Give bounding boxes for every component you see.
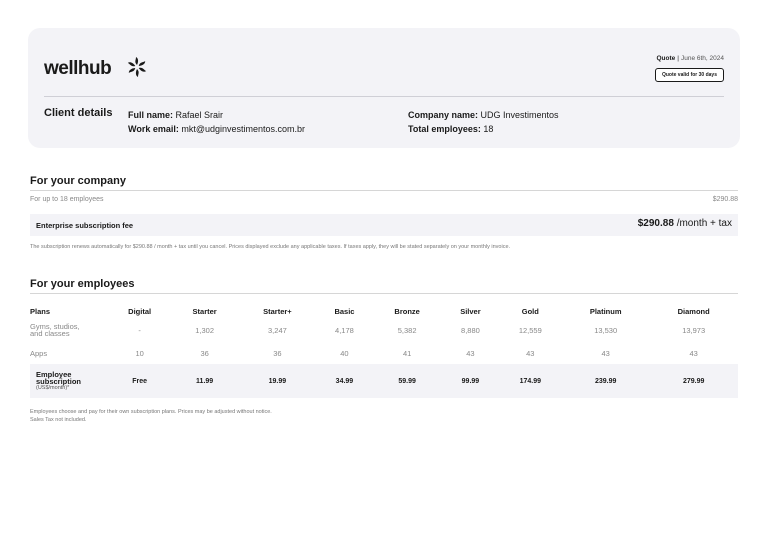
full-name-value: Rafael Srair	[175, 110, 224, 120]
work-email-row: Work email: mkt@udginvestimentos.com.br	[128, 122, 305, 136]
apps-basic: 40	[340, 348, 349, 358]
total-employees-value: 18	[483, 124, 494, 134]
full-name-label: Full name:	[128, 110, 174, 120]
full-name-row: Full name: Rafael Srair	[128, 108, 305, 122]
plan-header-silver: Silver	[460, 306, 481, 316]
subscription-label-unit: (US$/month)*	[36, 384, 70, 391]
plan-header-platinum: Platinum	[589, 306, 622, 316]
employees-count-price: $290.88	[712, 196, 738, 203]
employees-section-divider	[30, 293, 738, 294]
employees-pricing-note: Employees choose and pay for their own s…	[30, 408, 272, 424]
plans-header-label: Plans	[30, 306, 51, 316]
apps-silver: 43	[466, 348, 475, 358]
plan-header-starter-plus: Starter+	[263, 306, 292, 316]
gyms-row-label: Gyms, studios, and classes	[30, 318, 108, 342]
subscription-silver: 99.99	[442, 364, 499, 398]
gyms-starter: 1,302	[195, 325, 215, 335]
company-section-divider	[30, 190, 738, 191]
subscription-diamond: 279.99	[649, 364, 738, 398]
fee-suffix: /month + tax	[676, 218, 732, 229]
gyms-silver: 8,880	[461, 325, 480, 335]
subscription-row: Employee subscription (US$/month)* Free 11…	[30, 364, 738, 398]
apps-platinum: 43	[601, 348, 610, 358]
client-details-title: Client details	[44, 107, 113, 119]
client-company-block: Company name: UDG Investimentos Total em…	[408, 108, 559, 136]
subscription-starter: 11.99	[171, 364, 238, 398]
apps-bronze: 41	[402, 348, 412, 358]
quote-date-line: Quote | June 6th, 2024	[657, 55, 725, 62]
gyms-basic: 4,178	[335, 325, 354, 335]
gyms-platinum: 13,530	[594, 325, 618, 335]
plan-header-digital: Digital	[128, 306, 152, 316]
subscription-starter-plus: 19.99	[238, 364, 317, 398]
apps-row-label: Apps	[30, 348, 48, 358]
gyms-label-line-2: and classes	[30, 329, 70, 338]
company-name-row: Company name: UDG Investimentos	[408, 108, 559, 122]
total-employees-row: Total employees: 18	[408, 122, 559, 136]
work-email-label: Work email:	[128, 124, 179, 134]
subscription-renewal-note: The subscription renews automatically fo…	[30, 244, 511, 250]
plan-header-basic: Basic	[334, 306, 355, 316]
total-employees-label: Total employees:	[408, 124, 481, 134]
plans-header-row: Plans Digital Starter Starter+ Basic Bro…	[30, 304, 738, 318]
employees-count-row: For up to 18 employees $290.88	[30, 196, 738, 203]
quote-separator: |	[677, 55, 679, 62]
plan-header-gold: Gold	[521, 306, 539, 316]
subscription-digital: Free	[108, 364, 172, 398]
apps-gold: 43	[526, 348, 535, 358]
plan-header-diamond: Diamond	[677, 306, 710, 316]
header-divider	[44, 96, 724, 97]
employees-note-line-2: Sales Tax not included.	[30, 417, 87, 423]
fee-amount: $290.88	[637, 218, 674, 229]
company-name-value: UDG Investimentos	[480, 110, 559, 120]
apps-digital: 10	[135, 348, 144, 358]
quote-date: June 6th, 2024	[680, 55, 724, 62]
for-your-employees-title: For your employees	[30, 278, 135, 290]
subscription-gold: 174.99	[498, 364, 562, 398]
apps-diamond: 43	[689, 348, 698, 358]
quote-label: Quote	[656, 55, 676, 62]
enterprise-fee-row: Enterprise subscription fee $290.88 /mon…	[30, 214, 738, 236]
enterprise-fee-price: $290.88 /month + tax	[638, 218, 732, 229]
quote-header-card: wellhub Quote | June 6th, 2024 Quote valid…	[28, 28, 740, 148]
wellhub-logo: wellhub	[44, 58, 112, 79]
work-email-value: mkt@udginvestimentos.com.br	[181, 124, 306, 134]
gyms-starter-plus: 3,247	[268, 325, 287, 335]
company-name-label: Company name:	[408, 110, 479, 120]
subscription-platinum: 239.99	[561, 364, 650, 398]
gyms-gold: 12,559	[518, 325, 542, 335]
gyms-bronze: 5,382	[397, 325, 417, 335]
subscription-basic: 34.99	[316, 364, 373, 398]
client-contact-block: Full name: Rafael Srair Work email: mkt@…	[128, 108, 305, 136]
plan-header-starter: Starter	[192, 306, 217, 316]
plan-header-bronze: Bronze	[394, 306, 420, 316]
subscription-row-label: Employee subscription (US$/month)*	[30, 364, 108, 398]
apps-row: Apps 10 36 36 40 41 43 43 43 43	[30, 342, 738, 364]
quote-valid-badge: Quote valid for 30 days	[654, 68, 724, 82]
gyms-row: Gyms, studios, and classes - 1,302 3,247 …	[30, 318, 738, 342]
gyms-diamond: 13,973	[682, 325, 706, 335]
apps-starter: 36	[200, 348, 209, 358]
apps-starter-plus: 36	[273, 348, 282, 358]
enterprise-fee-label: Enterprise subscription fee	[36, 221, 134, 230]
employees-count-text: For up to 18 employees	[30, 196, 104, 203]
for-your-company-title: For your company	[30, 175, 126, 187]
subscription-bronze: 59.99	[372, 364, 443, 398]
plans-table: Plans Digital Starter Starter+ Basic Bro…	[30, 304, 738, 398]
wellhub-logo-icon	[127, 57, 147, 77]
gyms-digital: -	[138, 325, 141, 335]
employees-note-line-1: Employees choose and pay for their own s…	[30, 409, 272, 415]
